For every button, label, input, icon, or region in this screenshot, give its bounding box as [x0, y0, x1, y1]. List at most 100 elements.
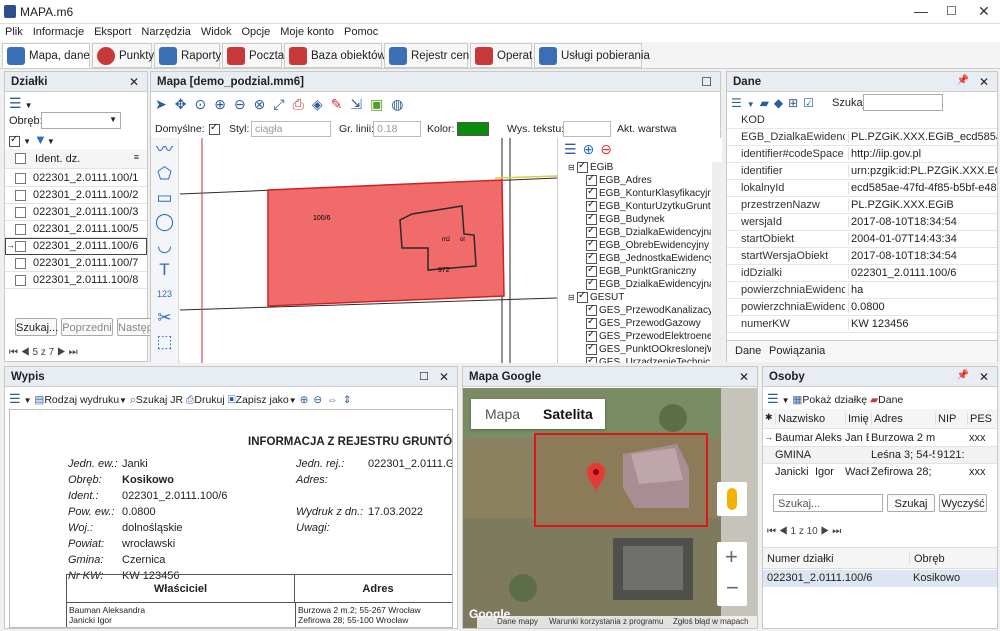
layer-checkbox[interactable] [586, 357, 597, 363]
row-checkbox[interactable] [15, 241, 26, 252]
zoom-out-button[interactable]: − [726, 575, 739, 601]
list-item[interactable]: 022301_2.0111.100/2 [5, 187, 147, 204]
zapisz-jako-button[interactable]: Zapisz jako [236, 394, 289, 406]
row-checkbox[interactable] [15, 224, 26, 235]
dimension-icon[interactable]: 123 [151, 282, 178, 306]
select-all-checkbox[interactable] [9, 134, 20, 147]
tab-operat[interactable]: Operat [470, 43, 532, 68]
property-row[interactable]: wersjaId 2017-08-10T18:34:54 [727, 214, 997, 231]
layer-checkbox[interactable] [586, 318, 597, 329]
layer-group[interactable]: ⊟ EGiB [568, 162, 613, 175]
property-row[interactable]: EGB_DzialkaEwidencyjnaPL.PZGiK.XXX.EGiB_… [727, 129, 997, 146]
column-header[interactable]: Adres [871, 413, 903, 425]
layer-item[interactable]: EGB_Adres [586, 175, 711, 188]
check-icon[interactable]: ☑ [803, 96, 819, 110]
polyline-icon[interactable]: 〰 [151, 138, 178, 162]
filter-icon[interactable]: ▼ [34, 132, 47, 147]
row-checkbox[interactable] [15, 207, 26, 218]
property-row[interactable]: identifier urn:pzgik:id:PL.PZGiK.XXX.EGiB [727, 163, 997, 180]
collapse-icon[interactable]: ⊟ [568, 293, 577, 302]
property-row[interactable]: powierzchniaEwidencyjna0.0800 [727, 299, 997, 316]
row-checkbox[interactable] [15, 275, 26, 286]
property-row[interactable]: numerKW KW 123456 [727, 316, 997, 333]
remove-layer-icon[interactable]: ⊖ [600, 141, 618, 157]
pin-icon[interactable]: 📌 [957, 370, 969, 381]
maximize-button[interactable]: ☐ [946, 4, 957, 18]
minimize-button[interactable]: — [914, 3, 928, 19]
transform-icon[interactable]: ⇲ [350, 96, 370, 112]
property-row[interactable]: startObiekt 2004-01-07T14:43:34 [727, 231, 997, 248]
search-button[interactable]: Szukaj... [15, 318, 58, 336]
list-item[interactable]: 022301_2.0111.100/8 [5, 272, 147, 289]
fit-icon[interactable]: ⤢ [273, 96, 292, 112]
collapse-icon[interactable]: ⊟ [568, 163, 577, 172]
chevron-down-icon[interactable]: ▼ [25, 101, 33, 110]
obreb-select[interactable]: ▼ [41, 112, 121, 129]
tab-dane[interactable]: Dane [735, 345, 761, 357]
layer-checkbox[interactable] [586, 201, 597, 212]
layer-item[interactable]: EGB_KonturUzytkuGruntowego [586, 201, 711, 214]
menu-icon[interactable]: ☰ [731, 96, 747, 110]
layer-checkbox[interactable] [586, 240, 597, 251]
parcel-polygon[interactable] [267, 179, 505, 307]
layer-item[interactable]: GES_UrzadzenieTechniczne [586, 357, 711, 363]
table-row[interactable]: GMINA JANKILeśna 3; 54-59121: [763, 447, 997, 464]
map-type-mapa[interactable]: Mapa [485, 406, 520, 422]
dane-search-input[interactable] [863, 94, 943, 111]
pegman-icon[interactable] [717, 482, 747, 516]
zoom-extent-icon[interactable]: ⊗ [254, 96, 274, 112]
layer-checkbox[interactable] [576, 162, 588, 173]
table-row[interactable]: →BaumanAleksJan EBurzowa 2 m.xxx [763, 430, 997, 447]
layer-checkbox[interactable] [586, 188, 597, 199]
cut-icon[interactable]: ✂ [151, 306, 178, 330]
tab-uslugi-pobierania[interactable]: Usługi pobierania [534, 43, 650, 68]
row-checkbox[interactable] [15, 173, 26, 184]
column-header[interactable]: PES [967, 413, 992, 425]
circle-icon[interactable]: ◯ [151, 210, 178, 234]
add-layer-icon[interactable]: ⊕ [583, 141, 601, 157]
print-icon[interactable]: ⎙ [293, 96, 312, 112]
close-icon[interactable]: ✕ [979, 75, 989, 89]
globe-icon[interactable]: ◍ [391, 96, 411, 112]
tab-baza-obiektow[interactable]: Baza obiektów [284, 43, 386, 68]
list-item[interactable]: 022301_2.0111.100/5 [5, 221, 147, 238]
list-item[interactable]: 022301_2.0111.100/1 [5, 170, 147, 187]
zoom-out-icon[interactable]: ⊖ [234, 96, 254, 112]
layer-checkbox[interactable] [586, 279, 597, 290]
layer-checkbox[interactable] [586, 227, 597, 238]
layer-checkbox[interactable] [586, 331, 597, 342]
column-header[interactable]: NIP [935, 413, 956, 425]
menu-widok[interactable]: Widok [196, 24, 237, 40]
layer-item[interactable]: GES_PrzewodKanalizacyjny [586, 305, 711, 318]
menu-moje-konto[interactable]: Moje konto [275, 24, 339, 40]
layer-item[interactable]: EGB_PunktGraniczny [586, 266, 711, 279]
tab-mapa-dane[interactable]: Mapa, dane [2, 43, 90, 68]
map-type-satelita[interactable]: Satelita [543, 406, 593, 422]
list-item[interactable]: 022301_2.0111.100/7 [5, 255, 147, 272]
tab-powiazania[interactable]: Powiązania [769, 345, 825, 357]
table-row[interactable]: JanickiIgorWacłaZefirowa 28; xxx [763, 464, 997, 479]
add-icon[interactable]: ⊞ [788, 96, 803, 110]
osoby-search-input[interactable]: Szukaj... [773, 494, 883, 512]
pan-icon[interactable]: ✥ [175, 96, 195, 112]
pokaz-dzialke-button[interactable]: Pokaż działkę [802, 394, 867, 406]
layers-icon[interactable]: ◈ [312, 96, 331, 112]
close-button[interactable]: ✕ [978, 3, 990, 20]
android-icon[interactable]: ▣ [370, 96, 391, 112]
menu-icon[interactable]: ☰ [767, 391, 779, 406]
layer-checkbox[interactable] [586, 344, 597, 355]
row-checkbox[interactable] [15, 258, 26, 269]
property-row[interactable]: identifier#codeSpace http://iip.gov.pl [727, 146, 997, 163]
restore-icon[interactable]: ☐ [701, 75, 712, 89]
row-checkbox[interactable] [15, 190, 26, 201]
previous-button[interactable]: Poprzedni [61, 318, 113, 336]
property-row[interactable]: KOD [727, 112, 997, 129]
restore-icon[interactable]: ☐ [419, 370, 429, 383]
property-row[interactable]: startWersjaObiekt 2017-08-10T18:34:54 [727, 248, 997, 265]
column-header[interactable]: Nazwisko [775, 413, 825, 425]
menu-opcje[interactable]: Opcje [236, 24, 275, 40]
layer-item[interactable]: GES_PrzewodElektroenergetyczny [586, 331, 711, 344]
tab-poczta[interactable]: Poczta [222, 43, 284, 68]
property-row[interactable]: lokalnyId ecd585ae-47fd-4f85-b5bf-e48c1 [727, 180, 997, 197]
menu-informacje[interactable]: Informacje [28, 24, 89, 40]
